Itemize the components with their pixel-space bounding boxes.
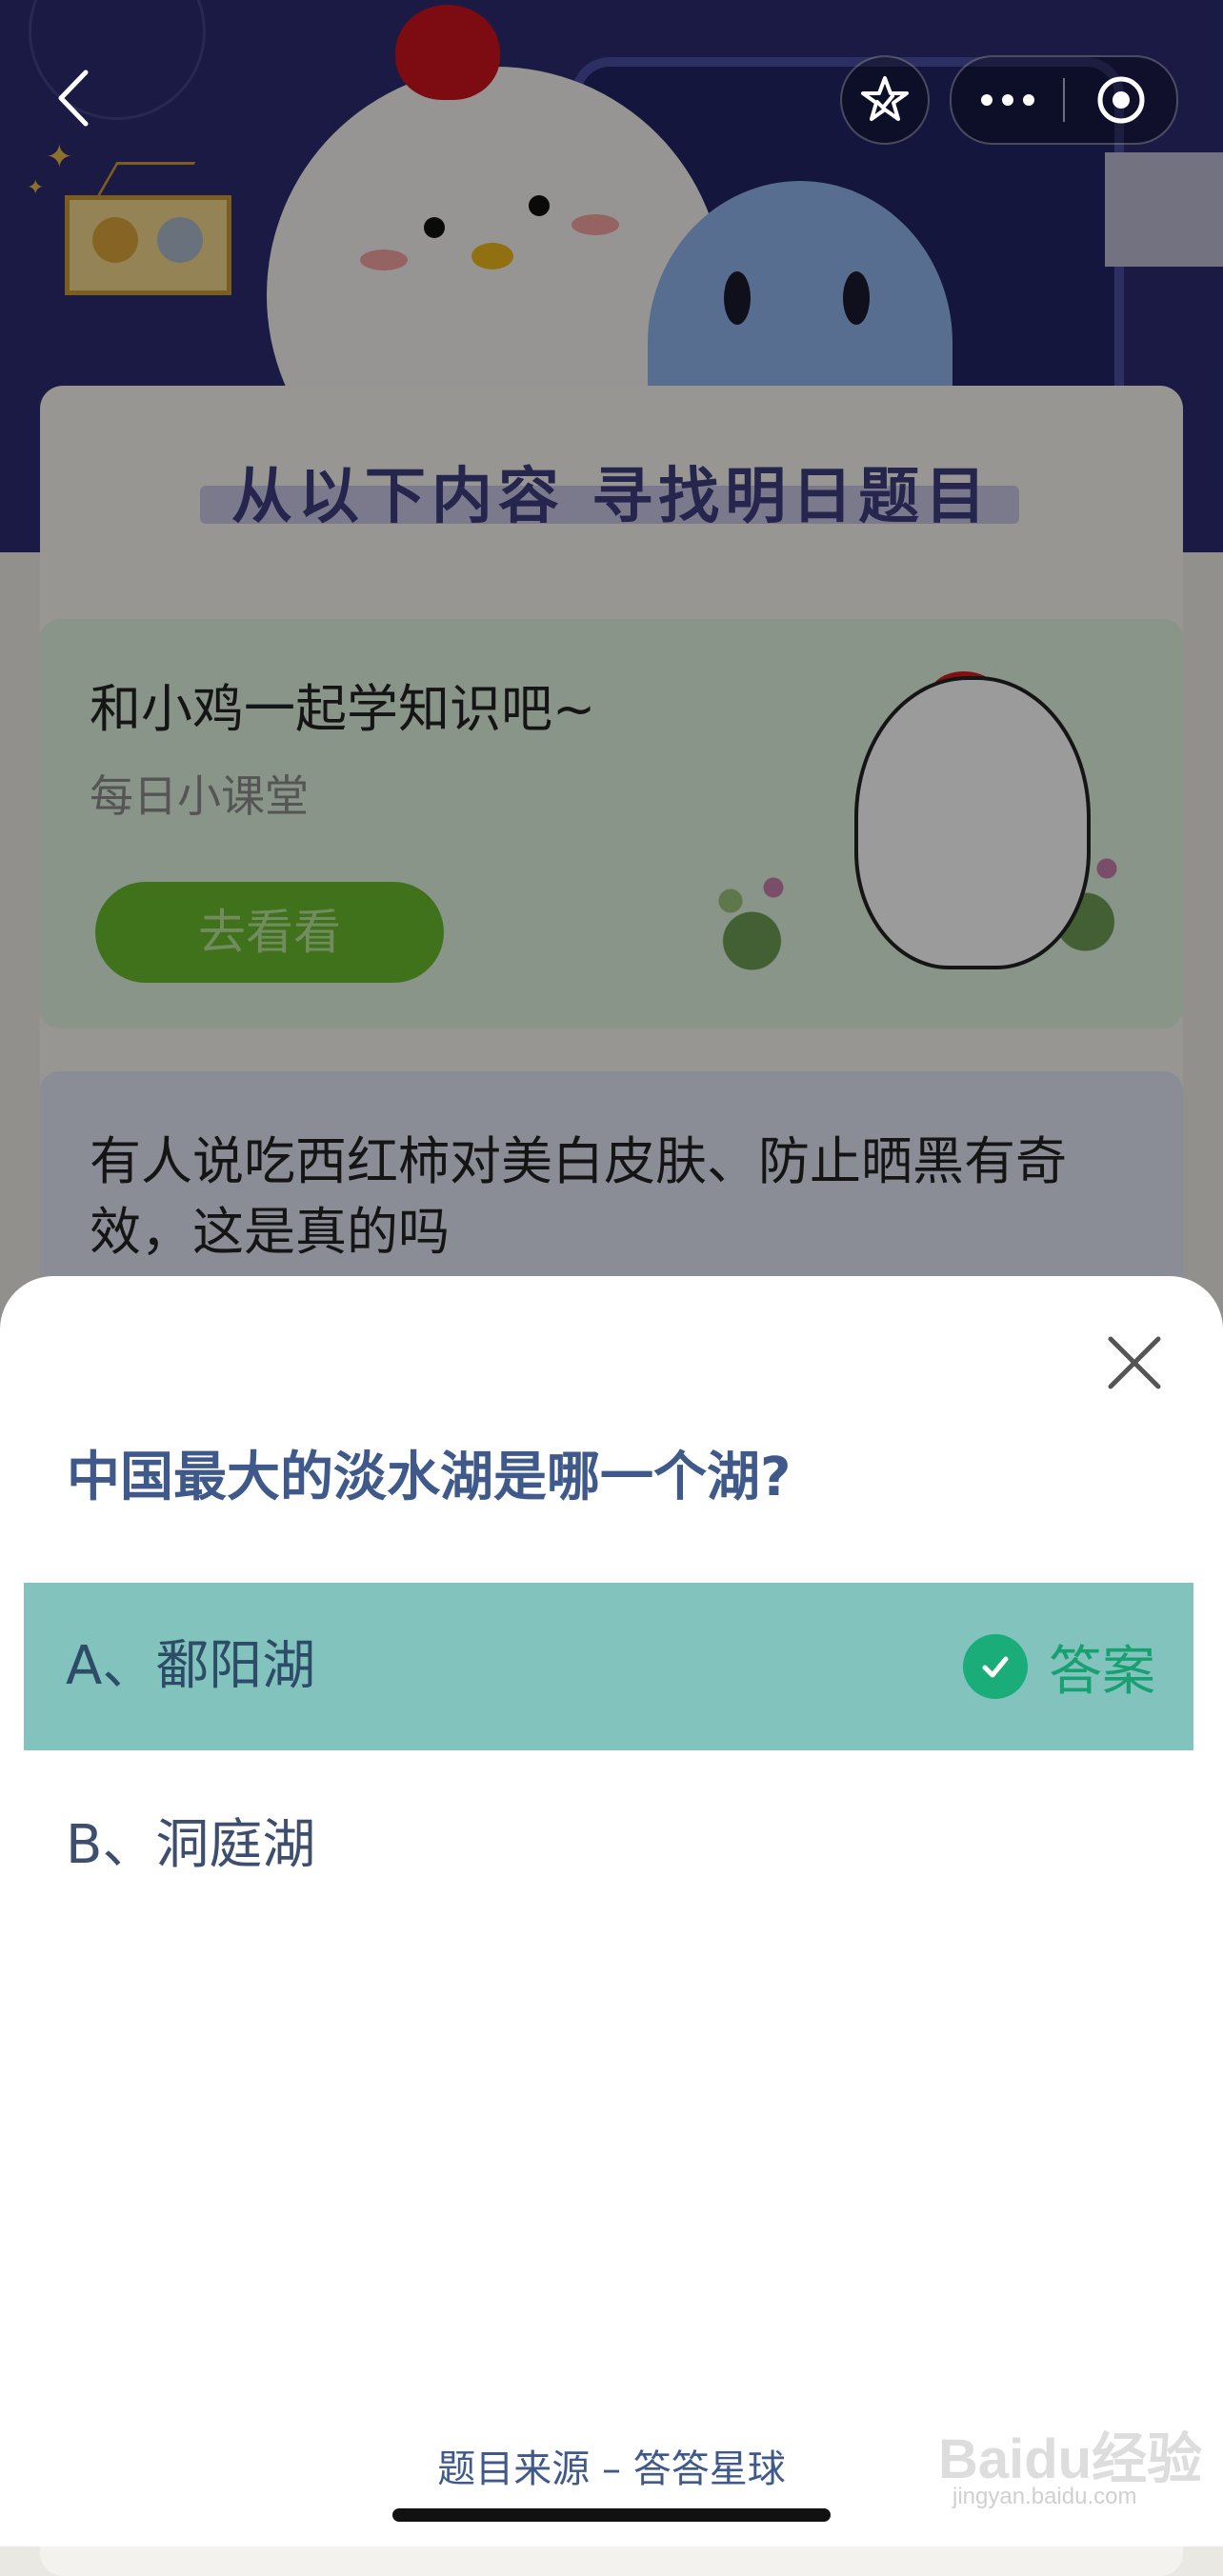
favorite-button[interactable] [840,55,930,145]
chevron-left-icon [58,70,89,127]
target-circle-icon [1097,76,1145,124]
back-button[interactable] [50,65,97,131]
answer-label: 答案 [1049,1640,1155,1703]
option-a[interactable]: A、鄱阳湖 答案 [24,1583,1193,1750]
option-label: B、洞庭湖 [66,1814,316,1876]
more-button[interactable] [952,57,1064,143]
miniprogram-capsule [950,55,1178,145]
baidu-watermark: Baidu经验 [938,2428,1203,2490]
more-dots-icon [981,94,1034,106]
watermark-url: jingyan.baidu.com [952,2484,1137,2509]
close-miniprogram-button[interactable] [1066,57,1176,143]
star-icon [861,76,909,121]
close-icon [1108,1336,1161,1389]
home-indicator[interactable] [392,2508,831,2522]
question-title: 中国最大的淡水湖是哪一个湖? [67,1447,792,1508]
option-b[interactable]: B、洞庭湖 [24,1762,1193,1929]
answer-tag: 答案 [963,1583,1155,1750]
close-button[interactable] [1105,1333,1164,1392]
check-circle-icon [963,1634,1028,1699]
option-label: A、鄱阳湖 [66,1635,316,1697]
capsule-divider [1063,78,1065,122]
